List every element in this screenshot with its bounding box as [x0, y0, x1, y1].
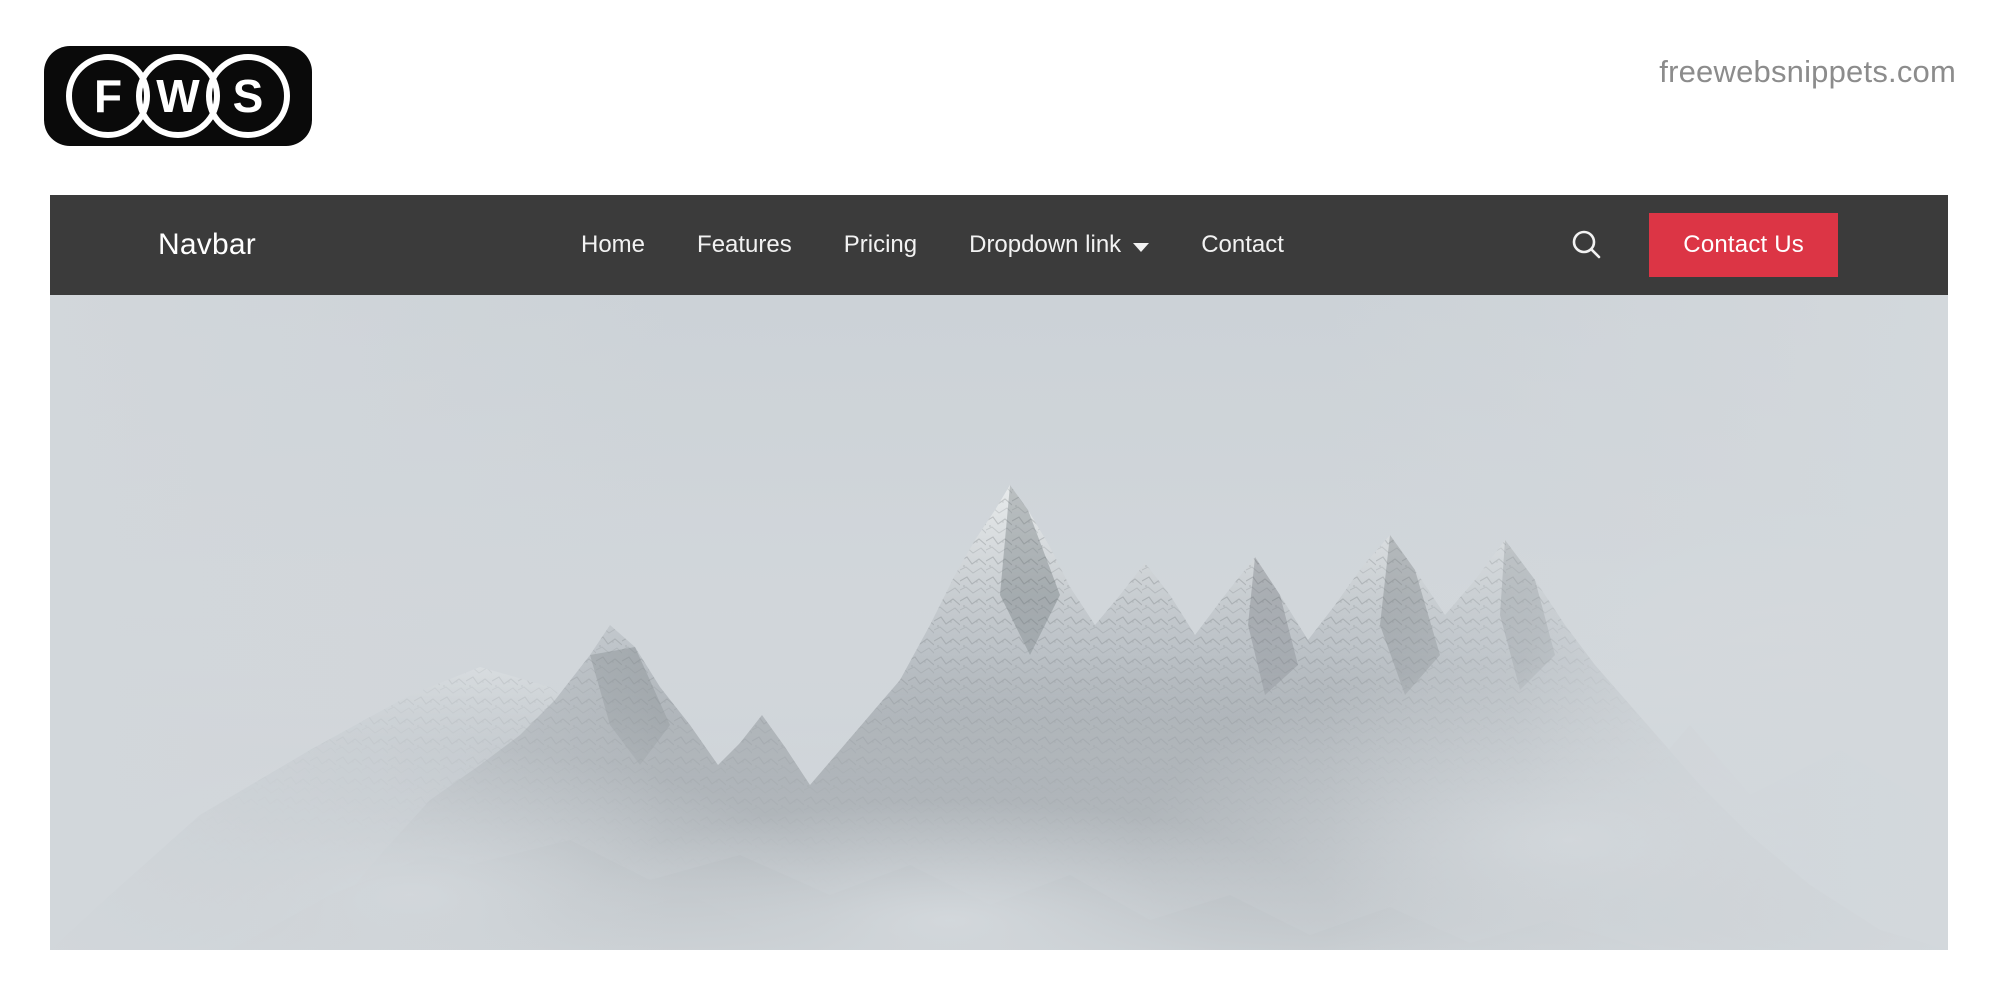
- navbar-brand[interactable]: Navbar: [158, 228, 256, 262]
- nav-link-home[interactable]: Home: [555, 231, 671, 259]
- nav-link-contact-label: Contact: [1201, 231, 1284, 258]
- hero-mountain-illustration: [50, 295, 1948, 950]
- nav-link-pricing-label: Pricing: [843, 231, 918, 258]
- nav-link-features[interactable]: Features: [671, 231, 818, 259]
- nav-link-pricing[interactable]: Pricing: [818, 231, 943, 259]
- hero-image: [50, 295, 1948, 950]
- nav-link-contact[interactable]: Contact: [1175, 231, 1310, 259]
- page-root: F W S freewebsnippets.com Navbar Home Fe…: [0, 0, 2000, 1000]
- branding-header: F W S freewebsnippets.com: [0, 0, 2000, 195]
- chevron-down-icon: [1133, 242, 1150, 252]
- site-url: freewebsnippets.com: [1659, 54, 1956, 89]
- fws-logo[interactable]: F W S: [44, 46, 312, 146]
- contact-us-button[interactable]: Contact Us: [1649, 213, 1838, 277]
- nav-link-home-label: Home: [581, 231, 646, 258]
- nav-link-dropdown[interactable]: Dropdown link: [943, 231, 1175, 259]
- navbar-actions: Contact Us: [1559, 195, 1838, 295]
- logo-letter-f: F: [66, 54, 150, 138]
- nav-link-dropdown-label: Dropdown link: [969, 231, 1122, 258]
- nav-link-features-label: Features: [697, 231, 792, 258]
- navbar-links: Home Features Pricing Dropdown link Cont…: [555, 195, 1310, 295]
- search-icon[interactable]: [1559, 217, 1615, 273]
- navbar: Navbar Home Features Pricing Dropdown li…: [50, 195, 1948, 295]
